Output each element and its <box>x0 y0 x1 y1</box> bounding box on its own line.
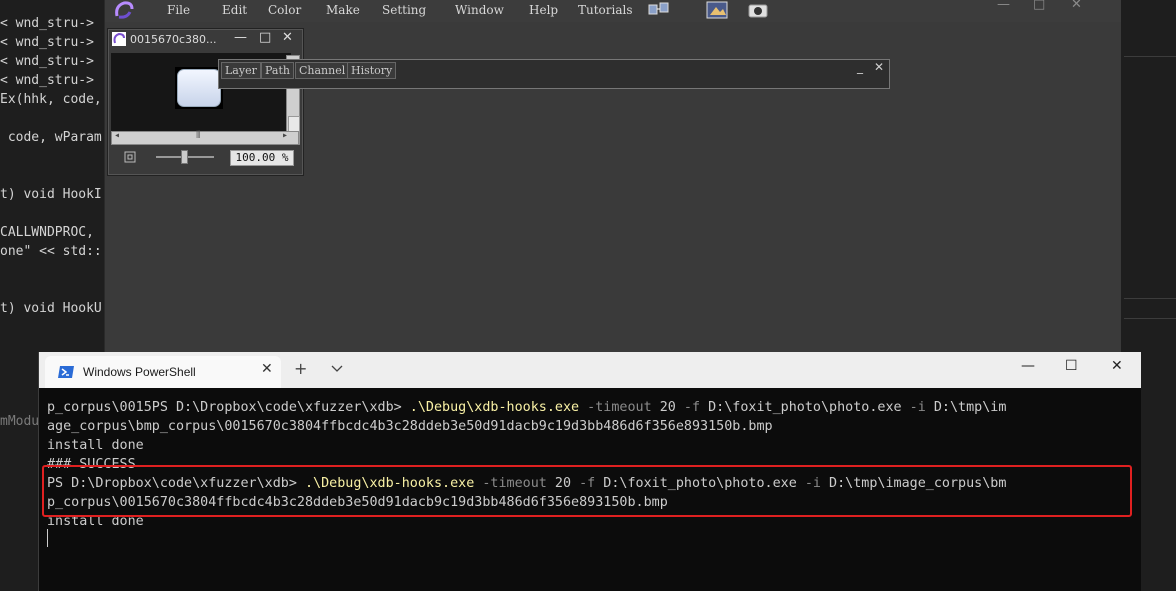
terminal-text-segment: .\Debug\xdb-hooks.exe <box>409 400 580 415</box>
divider <box>1124 318 1176 319</box>
menu-tutorials[interactable]: Tutorials <box>578 3 633 17</box>
navigator-horizontal-scrollbar[interactable]: ◂ ⦀ ▸ <box>111 130 299 145</box>
tab-path[interactable]: Path <box>261 62 294 79</box>
menu-help[interactable]: Help <box>529 3 558 17</box>
zoom-slider-thumb[interactable] <box>181 150 188 164</box>
terminal-text-segment: -f <box>683 400 709 415</box>
navigator-titlebar[interactable]: 0015670c380... — □ ✕ <box>108 29 303 51</box>
editor-code-line: t) void HookU <box>0 301 102 316</box>
divider <box>1124 56 1176 57</box>
navigator-maximize-button[interactable]: □ <box>259 30 271 45</box>
scroll-grip-icon[interactable]: ⦀ <box>196 130 200 141</box>
tab-channel[interactable]: Channel <box>295 62 350 79</box>
layers-close-button[interactable]: ✕ <box>874 60 884 74</box>
editor-code-line: code, wParam <box>0 130 102 145</box>
app-logo-icon <box>115 1 134 19</box>
tab-title: Windows PowerShell <box>83 365 196 379</box>
terminal-maximize-button[interactable]: ☐ <box>1065 358 1078 374</box>
zoom-percentage-field[interactable]: 100.00 % <box>230 150 294 166</box>
terminal-text-segment: p_corpus\0015PS D:\Dropbox\code\xfuzzer\… <box>47 400 410 415</box>
menu-window[interactable]: Window <box>455 3 504 17</box>
tab-history[interactable]: History <box>347 62 397 79</box>
app-close-button[interactable]: ✕ <box>1071 0 1082 12</box>
navigator-zoom-bar: 100.00 % <box>108 147 303 171</box>
navigator-close-button[interactable]: ✕ <box>282 30 293 45</box>
app-logo-icon <box>112 32 126 46</box>
app-maximize-button[interactable]: □ <box>1033 0 1045 12</box>
arrange-windows-icon[interactable] <box>648 1 670 19</box>
image-edit-icon[interactable] <box>706 1 728 19</box>
code-editor-background: < wnd_stru-> < wnd_stru-> < wnd_stru-> < wn… <box>0 0 104 352</box>
terminal-line: p_corpus\0015PS D:\Dropbox\code\xfuzzer\… <box>47 398 1127 417</box>
divider <box>1124 298 1176 299</box>
menu-edit[interactable]: Edit <box>222 3 247 17</box>
editor-code-line: one" << std:: <box>0 244 102 259</box>
scroll-right-arrow-icon[interactable]: ▸ <box>282 130 288 141</box>
terminal-minimize-button[interactable]: — <box>1021 358 1035 374</box>
tab-windows-powershell[interactable]: Windows PowerShell ✕ <box>45 356 281 388</box>
editor-code-line: t) void HookI <box>0 187 102 202</box>
terminal-text-segment: -timeout <box>579 400 660 415</box>
menu-color[interactable]: Color <box>268 3 301 17</box>
editor-code-line: < wnd_stru-> <box>0 73 94 88</box>
powershell-icon <box>58 366 74 378</box>
app-menubar: File Edit Color Make Setting Window Help… <box>105 0 1121 22</box>
new-tab-button[interactable]: + <box>294 359 307 378</box>
navigator-title: 0015670c380... <box>130 33 217 46</box>
menu-setting[interactable]: Setting <box>382 3 426 17</box>
terminal-text-segment: age_corpus\bmp_corpus\0015670c3804ffbcdc… <box>47 419 773 434</box>
thumbnail-frame <box>175 67 223 109</box>
terminal-line: install done <box>47 436 1127 455</box>
terminal-text-segment: D:\tmp\im <box>933 400 1007 415</box>
image-thumbnail <box>177 69 221 107</box>
editor-right-strip <box>1120 0 1176 352</box>
highlight-annotation-box <box>42 465 1132 517</box>
navigator-panel: 0015670c380... — □ ✕ ◂ ⦀ ▸ 100.00 % <box>107 28 304 176</box>
editor-code-line: < wnd_stru-> <box>0 35 94 50</box>
scroll-left-arrow-icon[interactable]: ◂ <box>114 130 120 141</box>
terminal-text-segment: D:\foxit_photo\photo.exe <box>708 400 910 415</box>
fit-to-window-icon[interactable] <box>124 151 136 163</box>
editor-code-line: < wnd_stru-> <box>0 54 94 69</box>
editor-code-line: < wnd_stru-> <box>0 16 94 31</box>
tab-layer[interactable]: Layer <box>221 62 261 79</box>
editor-code-line: Ex(hhk, code, <box>0 92 102 107</box>
layers-panel: Layer Path Channel History _ ✕ <box>218 59 890 89</box>
terminal-titlebar[interactable]: Windows PowerShell ✕ + — ☐ ✕ <box>39 352 1141 388</box>
layers-minimize-button[interactable]: _ <box>857 60 863 74</box>
camera-icon[interactable] <box>747 1 769 19</box>
terminal-text-segment: 20 <box>659 400 684 415</box>
chevron-down-icon[interactable] <box>329 361 345 375</box>
terminal-close-button[interactable]: ✕ <box>1111 358 1123 374</box>
tab-close-button[interactable]: ✕ <box>261 361 273 377</box>
terminal-text-segment: install done <box>47 438 144 453</box>
navigator-minimize-button[interactable]: — <box>234 30 247 45</box>
text-cursor <box>47 529 48 547</box>
editor-code-line: CALLWNDPROC, <box>0 225 94 240</box>
app-minimize-button[interactable]: — <box>997 0 1010 12</box>
menu-file[interactable]: File <box>167 3 190 17</box>
menu-make[interactable]: Make <box>326 3 360 17</box>
terminal-text-segment: -i <box>909 400 934 415</box>
editor-left-bottom: mModul <box>0 352 47 591</box>
powershell-window: Windows PowerShell ✕ + — ☐ ✕ p_corpus\00… <box>38 352 1141 591</box>
terminal-line: age_corpus\bmp_corpus\0015670c3804ffbcdc… <box>47 417 1127 436</box>
